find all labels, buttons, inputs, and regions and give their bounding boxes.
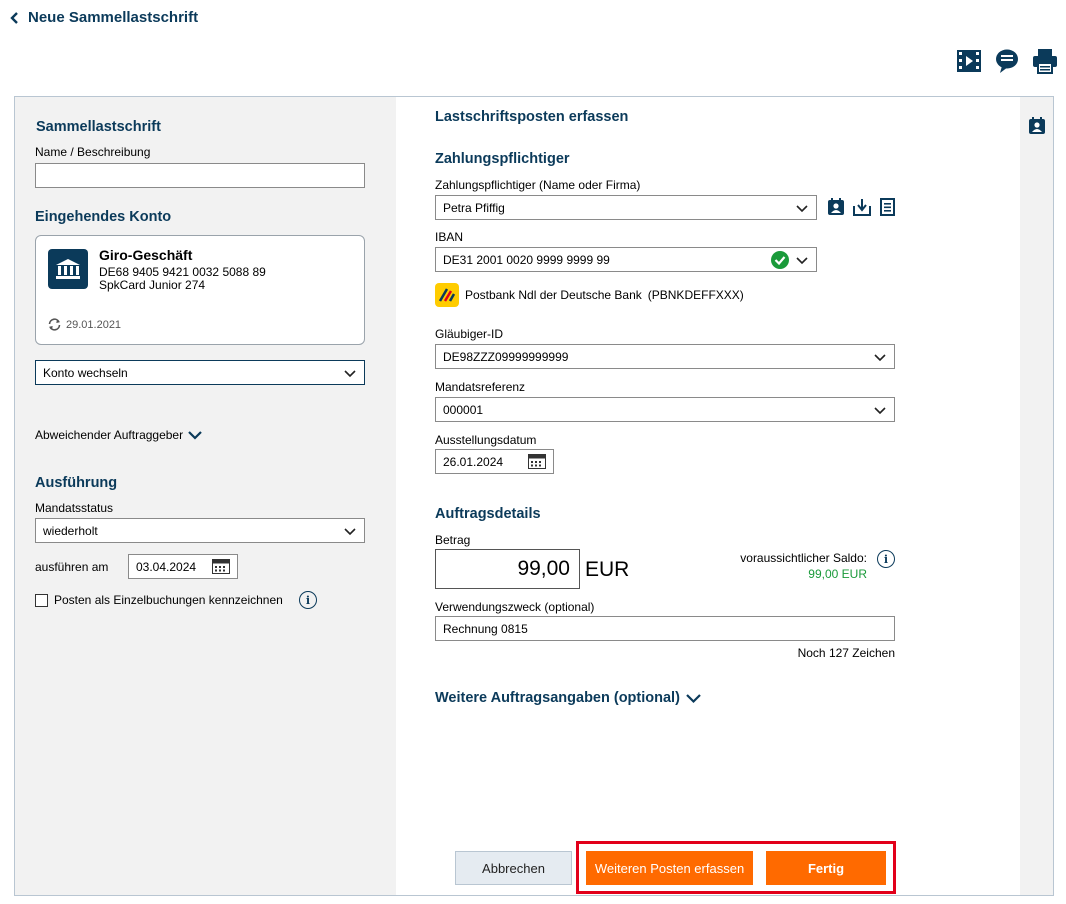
name-input[interactable] [35, 163, 365, 188]
info-icon[interactable]: i [299, 591, 317, 609]
payer-label: Zahlungspflichtiger (Name oder Firma) [435, 178, 641, 192]
account-iban: DE68 9405 9421 0032 5088 89 [99, 265, 266, 279]
glaeubiger-value: DE98ZZZ09999999999 [443, 349, 569, 364]
konto-select-value: Konto wechseln [43, 365, 128, 380]
ausstellung-label: Ausstellungsdatum [435, 433, 537, 447]
currency-label: EUR [585, 558, 630, 581]
iban-status [771, 250, 809, 269]
chevron-down-icon [344, 369, 356, 377]
zeichen-counter: Noch 127 Zeichen [797, 646, 895, 660]
print-icon[interactable] [1032, 48, 1058, 74]
abweichender-label: Abweichender Auftraggeber [35, 428, 184, 442]
sync-row: 29.01.2021 [47, 318, 121, 331]
bank-bic: (PBNKDEFFXXX) [647, 288, 744, 302]
mandatsstatus-label: Mandatsstatus [35, 501, 114, 515]
page-title: Neue Sammellastschrift [28, 9, 199, 26]
auftragsdetails-heading: Auftragsdetails [435, 506, 541, 522]
saldo-label: voraussichtlicher Saldo: [740, 551, 867, 565]
einzel-row: Posten als Einzelbuchungen kennzeichnen [35, 593, 283, 607]
chevron-down-icon [188, 431, 202, 440]
payer-value: Petra Pfiffig [443, 200, 505, 215]
iban-select[interactable]: DE31 2001 0020 9999 9999 99 [435, 247, 817, 272]
ausfuehren-label: ausführen am [35, 560, 109, 574]
sammel-heading: Sammellastschrift [36, 119, 161, 135]
zahlungspflichtiger-heading: Zahlungspflichtiger [435, 151, 570, 167]
iban-label: IBAN [435, 230, 464, 244]
address-book-icon[interactable] [827, 198, 845, 219]
chevron-down-icon [874, 406, 886, 414]
chevron-left-icon [10, 11, 18, 24]
sync-date: 29.01.2021 [66, 318, 122, 331]
ausstellung-date-value: 26.01.2024 [443, 454, 504, 469]
calendar-icon[interactable] [212, 559, 230, 574]
import-icon[interactable] [853, 198, 871, 219]
konto-select[interactable]: Konto wechseln [35, 360, 365, 385]
saldo-value: 99,00 EUR [808, 567, 867, 581]
weitere-label: Weitere Auftragsangaben (optional) [435, 690, 680, 706]
contacts-icon[interactable] [1028, 117, 1046, 138]
einzel-label: Posten als Einzelbuchungen kennzeichnen [54, 593, 283, 607]
account-card-label: SpkCard Junior 274 [99, 278, 206, 292]
iban-value: DE31 2001 0020 9999 9999 99 [443, 252, 610, 267]
top-toolbar [956, 48, 1058, 74]
chevron-down-icon [344, 527, 356, 535]
zweck-label: Verwendungszweck (optional) [435, 600, 595, 614]
main-heading: Lastschriftsposten erfassen [435, 109, 629, 125]
chat-icon[interactable] [994, 48, 1020, 74]
mandat-select[interactable]: 000001 [435, 397, 895, 422]
name-label: Name / Beschreibung [35, 145, 151, 159]
einzel-checkbox[interactable] [35, 593, 48, 607]
calendar-icon[interactable] [528, 454, 546, 469]
weiteren-posten-button[interactable]: Weiteren Posten erfassen [586, 851, 753, 885]
bank-icon [48, 249, 88, 289]
video-icon[interactable] [956, 48, 982, 74]
konto-heading: Eingehendes Konto [35, 209, 172, 225]
saldo-info-icon[interactable]: i [877, 550, 895, 568]
payer-select[interactable]: Petra Pfiffig [435, 195, 817, 220]
bank-name: Postbank Ndl der Deutsche Bank [465, 288, 642, 302]
chevron-down-icon [874, 353, 886, 361]
glaeubiger-label: Gläubiger-ID [435, 327, 504, 341]
fertig-button[interactable]: Fertig [766, 851, 886, 885]
bank-info: Postbank Ndl der Deutsche Bank (PBNKDEFF… [435, 283, 744, 307]
mandat-value: 000001 [443, 402, 484, 417]
check-circle-icon [771, 250, 789, 269]
account-card[interactable]: Giro-Geschäft DE68 9405 9421 0032 5088 8… [35, 235, 365, 345]
ausstellung-date-input[interactable]: 26.01.2024 [435, 449, 554, 474]
chevron-down-icon [686, 694, 701, 704]
betrag-label: Betrag [435, 533, 471, 547]
chevron-down-icon [796, 204, 808, 212]
postbank-logo-icon [435, 283, 459, 307]
mandat-label: Mandatsreferenz [435, 380, 526, 394]
abweichender-toggle[interactable]: Abweichender Auftraggeber [35, 428, 202, 442]
abbrechen-button[interactable]: Abbrechen [455, 851, 572, 885]
right-strip [1020, 97, 1053, 895]
template-icon[interactable] [879, 198, 896, 219]
ausfuehren-date-value: 03.04.2024 [136, 559, 197, 574]
betrag-input[interactable]: 99,00 [435, 549, 580, 589]
zweck-input[interactable]: Rechnung 0815 [435, 616, 895, 641]
back-link[interactable]: Neue Sammellastschrift [10, 9, 198, 26]
glaeubiger-select[interactable]: DE98ZZZ09999999999 [435, 344, 895, 369]
ausfuehrung-heading: Ausführung [35, 475, 118, 491]
mandatsstatus-value: wiederholt [43, 523, 98, 538]
refresh-icon [48, 318, 61, 331]
account-name: Giro-Geschäft [99, 247, 193, 263]
ausfuehren-date-input[interactable]: 03.04.2024 [128, 554, 238, 579]
chevron-down-icon [796, 256, 808, 264]
weitere-toggle[interactable]: Weitere Auftragsangaben (optional) [435, 690, 701, 706]
mandatsstatus-select[interactable]: wiederholt [35, 518, 365, 543]
